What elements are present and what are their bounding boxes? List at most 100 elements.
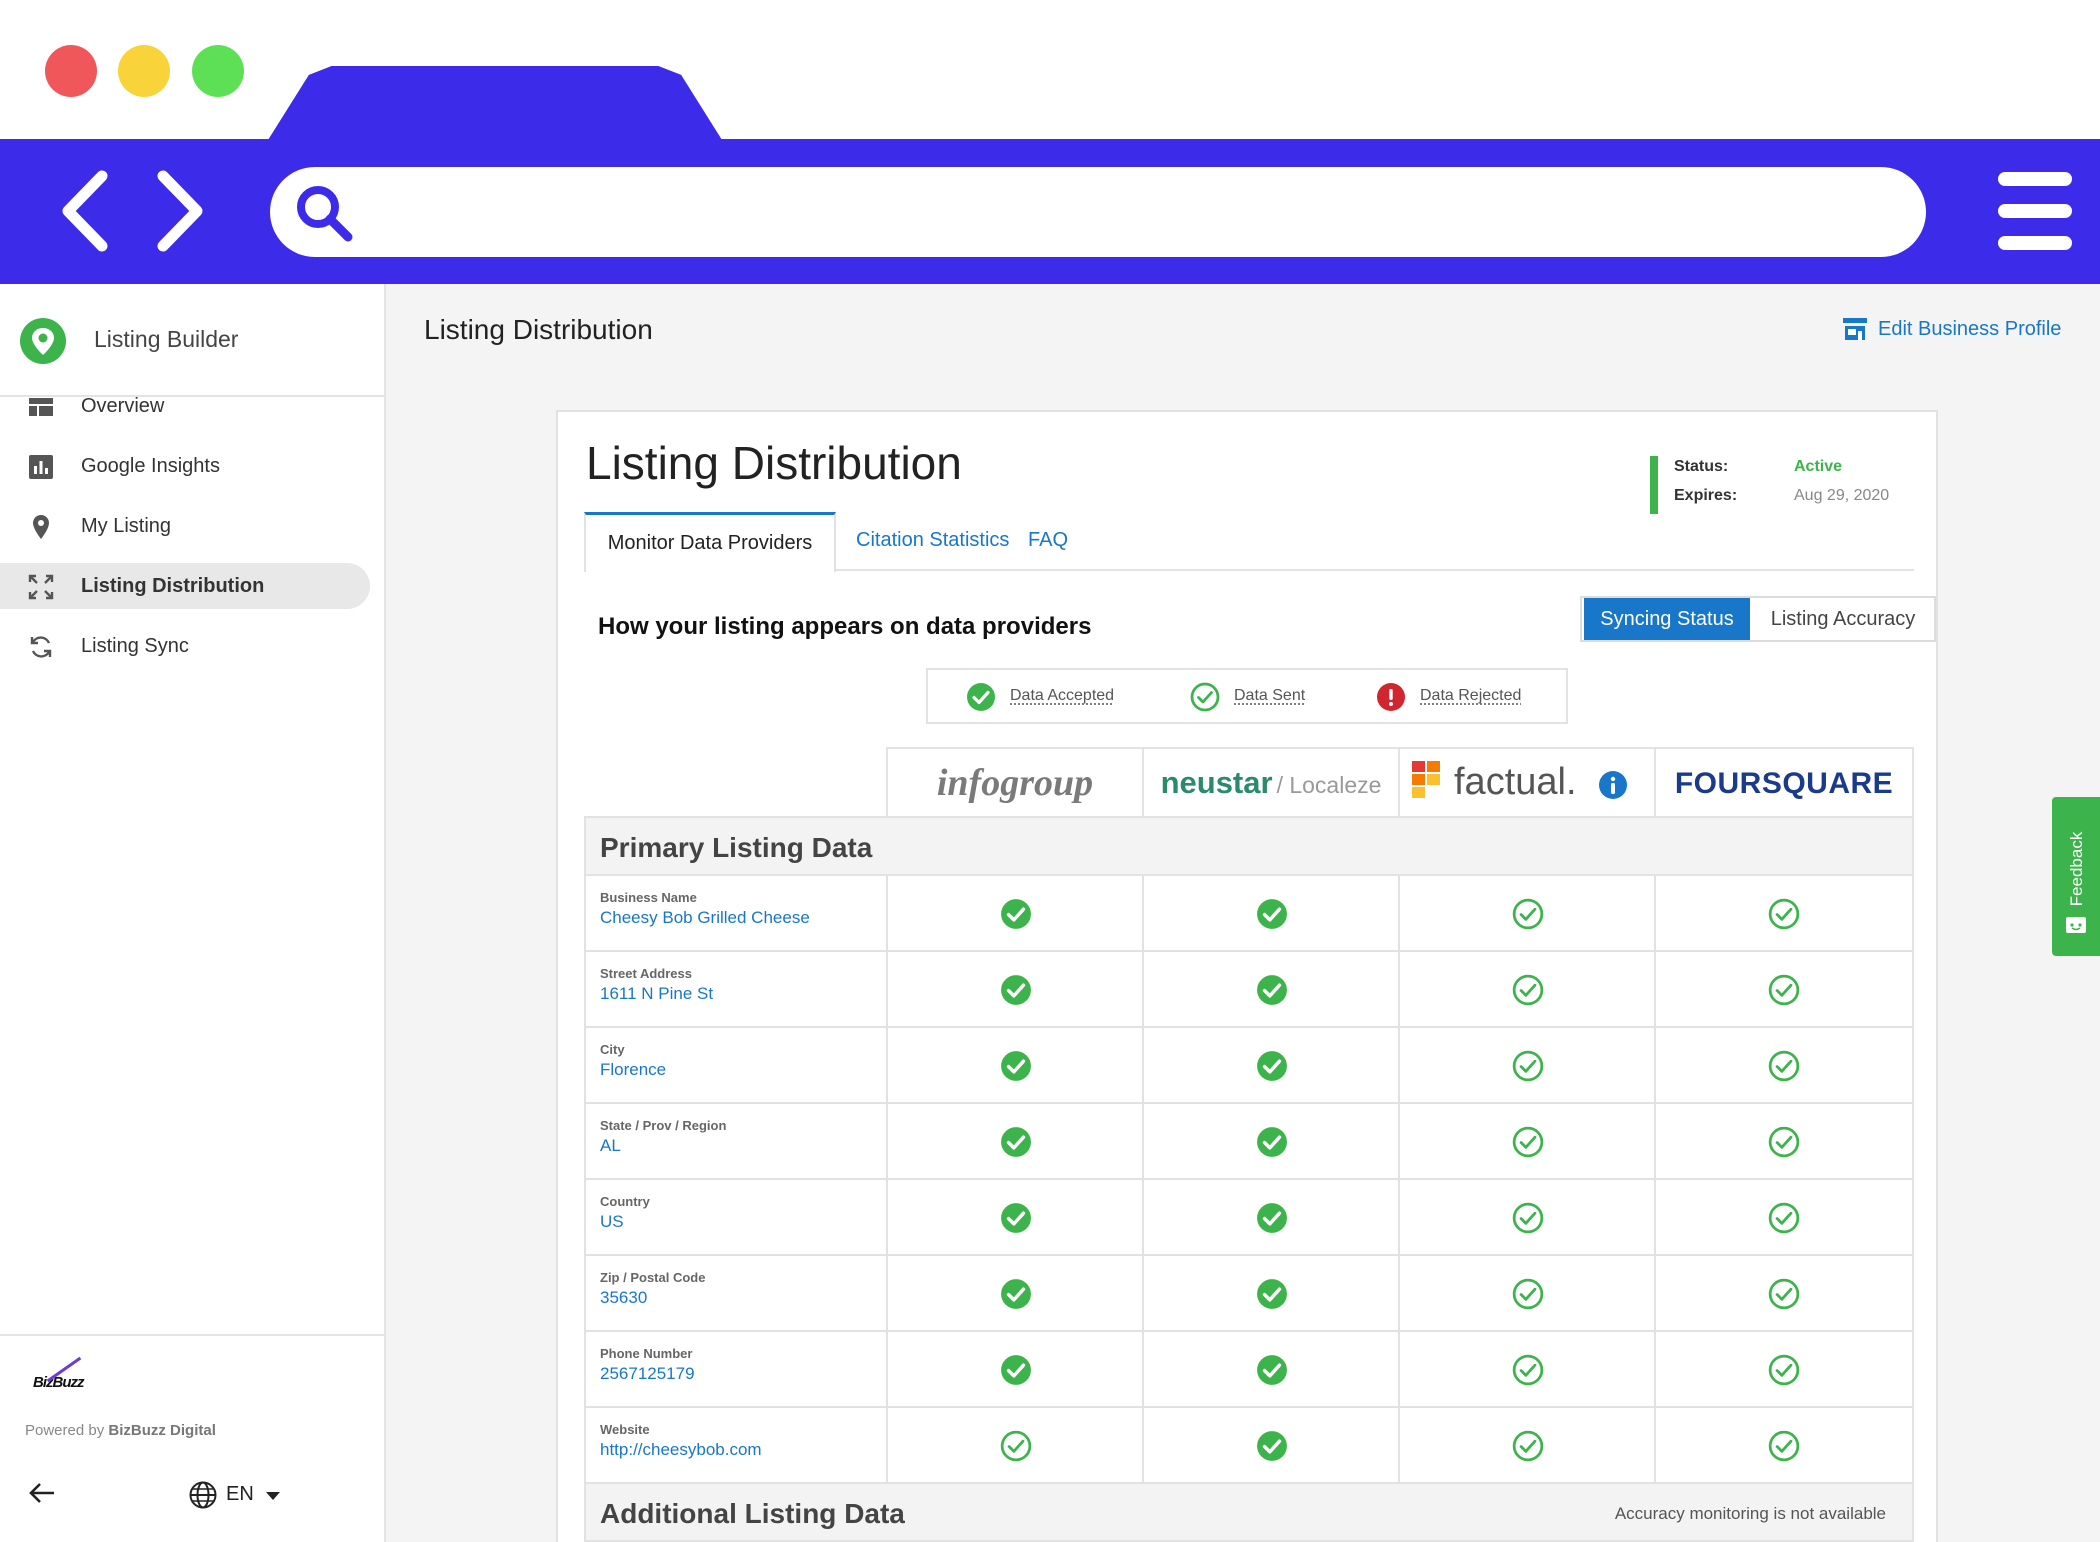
- tab-monitor-data-providers[interactable]: Monitor Data Providers: [584, 512, 836, 572]
- status-cell: [1142, 1408, 1398, 1484]
- status-cell: [1142, 1180, 1398, 1256]
- expand-icon: [28, 574, 54, 600]
- search-icon: [297, 186, 353, 242]
- status-cell: [1142, 1104, 1398, 1180]
- field-value[interactable]: http://cheesybob.com: [600, 1440, 762, 1460]
- status-cell: [1654, 1408, 1910, 1484]
- status-cell: [886, 1028, 1142, 1104]
- localeze-logo: / Localeze: [1276, 772, 1382, 798]
- sidebar: Listing Builder Overview Google Insights M…: [0, 284, 386, 1542]
- app-title: Listing Builder: [94, 326, 239, 352]
- syncing-status-button[interactable]: Syncing Status: [1584, 598, 1750, 640]
- minimize-window-dot[interactable]: [118, 45, 170, 97]
- status-cell: [1398, 1332, 1654, 1408]
- status-cell: [886, 952, 1142, 1028]
- page-title: Listing Distribution: [424, 314, 653, 345]
- menu-icon[interactable]: [1998, 170, 2072, 252]
- sidebar-item-listing-distribution[interactable]: Listing Distribution: [0, 563, 370, 609]
- field-value[interactable]: Florence: [600, 1060, 666, 1080]
- back-icon[interactable]: [27, 1478, 57, 1508]
- status-cell: [1398, 1028, 1654, 1104]
- status-label: Status:: [1674, 458, 1729, 475]
- field-value[interactable]: US: [600, 1212, 624, 1232]
- status-legend: Data Accepted Data Sent Data Rejected: [926, 668, 1568, 724]
- table-row: Website http://cheesybob.com: [586, 1408, 1912, 1484]
- status-cell: [1398, 876, 1654, 952]
- listing-accuracy-button[interactable]: Listing Accuracy: [1752, 598, 1934, 640]
- infogroup-logo: infogroup: [936, 762, 1094, 804]
- provider-status-table: Primary Listing Data Business Name Cheesy…: [584, 816, 1914, 1542]
- sidebar-item-my-listing[interactable]: My Listing: [0, 503, 370, 549]
- maximize-window-dot[interactable]: [192, 45, 244, 97]
- sidebar-item-label: Listing Distribution: [81, 575, 265, 597]
- sidebar-item-label: Overview: [81, 395, 165, 417]
- browser-tab[interactable]: [268, 66, 722, 140]
- tab-faq[interactable]: FAQ: [1028, 512, 1068, 571]
- check-filled-icon: [967, 683, 995, 711]
- status-cell: [1142, 876, 1398, 952]
- field-label: City: [600, 1042, 625, 1057]
- status-cell: [886, 876, 1142, 952]
- back-arrow-icon[interactable]: [60, 170, 110, 252]
- bizbuzz-logo: BizBuzz: [33, 1374, 84, 1391]
- expires-label: Expires:: [1674, 487, 1738, 504]
- forward-arrow-icon[interactable]: [155, 170, 205, 252]
- table-row: Business Name Cheesy Bob Grilled Cheese: [586, 876, 1912, 952]
- status-cell: [1654, 1332, 1910, 1408]
- field-value[interactable]: 1611 N Pine St: [600, 984, 713, 1004]
- tab-citation-statistics[interactable]: Citation Statistics: [856, 512, 1009, 571]
- table-row: Zip / Postal Code 35630: [586, 1256, 1912, 1332]
- status-cell: [1398, 952, 1654, 1028]
- status-cell: [886, 1180, 1142, 1256]
- sidebar-item-label: My Listing: [81, 515, 172, 537]
- app-window: Listing Builder Overview Google Insights M…: [0, 0, 2100, 1542]
- sidebar-footer: BizBuzz Powered by BizBuzz Digital EN: [0, 1334, 384, 1542]
- field-value[interactable]: 2567125179: [600, 1364, 695, 1384]
- table-row: City Florence: [586, 1028, 1912, 1104]
- status-cell: [886, 1104, 1142, 1180]
- status-cell: [1654, 1104, 1910, 1180]
- sidebar-item-listing-sync[interactable]: Listing Sync: [0, 623, 370, 669]
- status-cell: [1142, 1332, 1398, 1408]
- feedback-tab[interactable]: Feedback: [2052, 797, 2100, 956]
- status-cell: [1142, 1256, 1398, 1332]
- status-indicator-bar: [1650, 456, 1658, 514]
- status-cell: [886, 1256, 1142, 1332]
- field-label: Zip / Postal Code: [600, 1270, 706, 1285]
- card-title: Listing Distribution: [586, 437, 962, 489]
- table-row: Street Address 1611 N Pine St: [586, 952, 1912, 1028]
- table-row: Phone Number 2567125179: [586, 1332, 1912, 1408]
- provider-neustar-localeze: neustar / Localeze: [1142, 747, 1400, 817]
- foursquare-logo: FOURSQUARE: [1674, 767, 1894, 800]
- sidebar-item-overview[interactable]: Overview: [0, 383, 370, 429]
- sidebar-header: Listing Builder: [0, 284, 384, 397]
- feedback-label: Feedback: [2067, 831, 2086, 907]
- table-row: State / Prov / Region AL: [586, 1104, 1912, 1180]
- group-primary-listing-data: Primary Listing Data: [586, 818, 1912, 876]
- factual-logo: factual.: [1454, 761, 1577, 803]
- sidebar-item-label: Listing Sync: [81, 635, 189, 657]
- provider-foursquare: FOURSQUARE: [1654, 747, 1914, 817]
- listing-distribution-card: Listing Distribution Status: Active Expi…: [556, 410, 1938, 1542]
- section-heading: How your listing appears on data provide…: [598, 613, 1092, 640]
- location-pin-logo-icon: [20, 318, 66, 364]
- table-row: Country US: [586, 1180, 1912, 1256]
- status-cell: [1654, 952, 1910, 1028]
- chevron-down-icon: [266, 1492, 280, 1500]
- status-cell: [1654, 1256, 1910, 1332]
- sidebar-item-google-insights[interactable]: Google Insights: [0, 443, 370, 489]
- field-label: Street Address: [600, 966, 692, 981]
- globe-icon: [189, 1481, 217, 1509]
- close-window-dot[interactable]: [45, 45, 97, 97]
- field-value[interactable]: Cheesy Bob Grilled Cheese: [600, 908, 810, 928]
- main-content: Listing Distribution Edit Business Profi…: [386, 284, 2100, 1542]
- address-bar[interactable]: [270, 167, 1926, 257]
- status-cell: [1142, 952, 1398, 1028]
- powered-by-text: Powered by BizBuzz Digital: [25, 1422, 216, 1439]
- info-icon[interactable]: [1598, 770, 1628, 800]
- accuracy-note: Accuracy monitoring is not available: [1614, 1504, 1886, 1523]
- map-pin-icon: [28, 514, 54, 540]
- status-cell: [1654, 1180, 1910, 1256]
- field-value[interactable]: AL: [600, 1136, 621, 1156]
- field-value[interactable]: 35630: [600, 1288, 647, 1308]
